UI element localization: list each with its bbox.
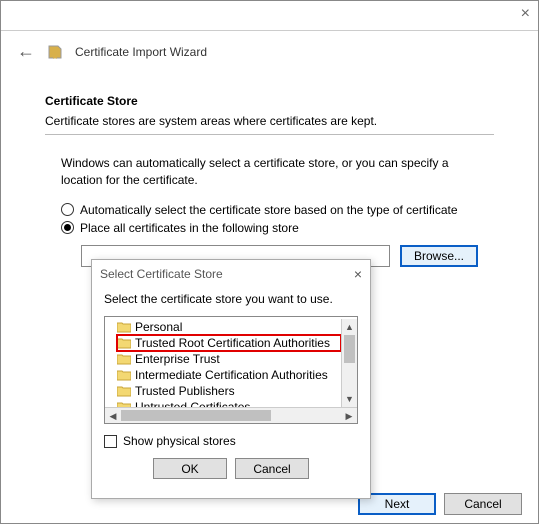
wizard-title: Certificate Import Wizard [75, 45, 207, 59]
window-titlebar: × [1, 1, 538, 31]
scroll-thumb[interactable] [121, 410, 271, 421]
tree-item-label: Intermediate Certification Authorities [135, 368, 328, 382]
folder-icon [117, 354, 131, 365]
tree-item-untrusted[interactable]: Untrusted Certificates [117, 399, 341, 407]
show-physical-label: Show physical stores [123, 434, 236, 448]
close-icon[interactable]: × [521, 5, 530, 23]
section-heading: Certificate Store [45, 94, 494, 108]
tree-item-label: Untrusted Certificates [135, 400, 250, 407]
tree-item-label: Trusted Publishers [135, 384, 235, 398]
radio-auto[interactable] [61, 203, 74, 216]
dialog-instruction: Select the certificate store you want to… [104, 292, 358, 306]
dialog-close-icon[interactable]: × [354, 266, 362, 282]
cancel-button[interactable]: Cancel [444, 493, 522, 515]
section-desc: Certificate stores are system areas wher… [45, 114, 494, 128]
folder-icon [117, 338, 131, 349]
scroll-thumb[interactable] [344, 335, 355, 363]
tree-item-label: Trusted Root Certification Authorities [135, 336, 330, 350]
radio-place-label: Place all certificates in the following … [80, 221, 299, 235]
folder-icon [117, 386, 131, 397]
scroll-left-icon[interactable]: ◀ [105, 408, 121, 423]
dialog-cancel-button[interactable]: Cancel [235, 458, 309, 479]
info-text: Windows can automatically select a certi… [61, 155, 478, 189]
tree-item-publishers[interactable]: Trusted Publishers [117, 383, 341, 399]
back-arrow-icon[interactable]: ← [17, 41, 35, 62]
tree-item-label: Enterprise Trust [135, 352, 220, 366]
store-tree: Personal Trusted Root Certification Auth… [104, 316, 358, 424]
scroll-up-icon[interactable]: ▲ [342, 319, 357, 335]
select-store-dialog: Select Certificate Store × Select the ce… [91, 259, 371, 499]
scroll-down-icon[interactable]: ▼ [342, 391, 357, 407]
certificate-icon [47, 44, 63, 60]
tree-item-trusted-root[interactable]: Trusted Root Certification Authorities [117, 335, 341, 351]
scroll-right-icon[interactable]: ▶ [341, 408, 357, 423]
browse-button[interactable]: Browse... [400, 245, 478, 267]
show-physical-checkbox[interactable] [104, 435, 117, 448]
vertical-scrollbar[interactable]: ▲ ▼ [341, 319, 357, 407]
ok-button[interactable]: OK [153, 458, 227, 479]
radio-place[interactable] [61, 221, 74, 234]
tree-item-intermediate[interactable]: Intermediate Certification Authorities [117, 367, 341, 383]
tree-item-personal[interactable]: Personal [117, 319, 341, 335]
tree-item-enterprise[interactable]: Enterprise Trust [117, 351, 341, 367]
tree-item-label: Personal [135, 320, 182, 334]
radio-auto-label: Automatically select the certificate sto… [80, 203, 458, 217]
folder-icon [117, 370, 131, 381]
divider [45, 134, 494, 135]
dialog-title: Select Certificate Store [100, 267, 223, 281]
horizontal-scrollbar[interactable]: ◀ ▶ [105, 407, 357, 423]
folder-icon [117, 322, 131, 333]
